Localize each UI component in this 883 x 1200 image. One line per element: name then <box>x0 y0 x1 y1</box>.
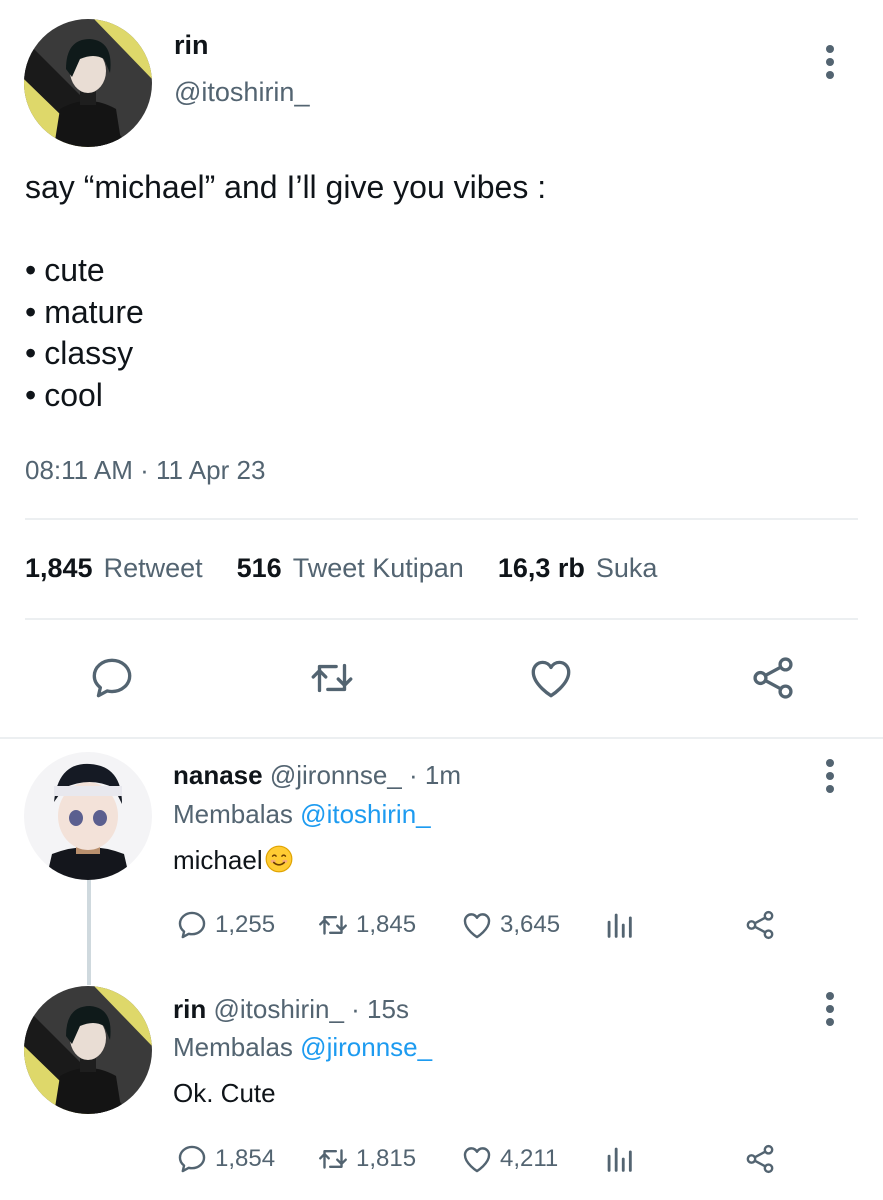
reply-author-name[interactable]: nanase <box>173 760 263 790</box>
more-icon <box>826 759 834 767</box>
author-avatar-image <box>24 19 152 147</box>
list-item: mature <box>25 292 144 334</box>
divider <box>0 737 883 739</box>
author-handle[interactable]: @itoshirin_ <box>174 77 309 108</box>
reply-text-content: michael <box>173 845 263 875</box>
like-count: 3,645 <box>500 911 561 938</box>
share-icon <box>746 1144 774 1174</box>
retweet-button[interactable]: 1,845 <box>316 908 416 942</box>
retweet-icon <box>311 663 353 693</box>
author-avatar[interactable] <box>24 19 152 147</box>
list-item: cool <box>25 375 144 417</box>
mention-link[interactable]: @jironnse_ <box>300 1032 432 1062</box>
analytics-button[interactable] <box>602 908 642 942</box>
quote-label: Tweet Kutipan <box>292 553 464 583</box>
reply-handle-time[interactable]: @jironnse_ · 1m <box>270 760 461 790</box>
share-icon <box>746 910 774 940</box>
reply-author-name[interactable]: rin <box>173 994 206 1024</box>
tweet-text: say “michael” and I’ll give you vibes : <box>25 169 547 205</box>
reply-avatar[interactable] <box>24 986 152 1114</box>
like-count: 4,211 <box>500 1145 559 1172</box>
smiling-face-emoji-icon <box>265 845 293 873</box>
tweet-bullet-list: cute mature classy cool <box>25 250 144 416</box>
reply-count: 1,854 <box>215 1145 276 1172</box>
heart-icon <box>463 1147 491 1173</box>
reply-handle-time[interactable]: @itoshirin_ · 15s <box>213 994 408 1024</box>
analytics-button[interactable] <box>602 1142 642 1176</box>
more-icon <box>826 992 834 1000</box>
reply-header: nanase @jironnse_ · 1m <box>173 760 461 791</box>
more-options-button[interactable] <box>810 32 850 92</box>
reply-button[interactable]: 1,255 <box>175 908 275 942</box>
reply-text: michael <box>173 845 293 876</box>
retweet-count: 1,845 <box>356 911 417 938</box>
reply-button[interactable]: 1,854 <box>175 1142 275 1176</box>
retweet-icon <box>319 1149 347 1169</box>
like-stat[interactable]: 16,3 rb Suka <box>498 553 658 584</box>
reply-header: rin @itoshirin_ · 15s <box>173 994 409 1025</box>
retweet-stat[interactable]: 1,845 Retweet <box>25 553 203 584</box>
reply-icon <box>92 658 132 698</box>
replying-to: Membalas @itoshirin_ <box>173 799 431 830</box>
reply-avatar-image <box>24 986 152 1114</box>
share-button[interactable] <box>743 648 803 708</box>
like-label: Suka <box>595 553 658 583</box>
reply-text: Ok. Cute <box>173 1078 276 1108</box>
more-options-button[interactable] <box>810 746 850 806</box>
retweet-button[interactable]: 1,815 <box>316 1142 416 1176</box>
like-button[interactable]: 3,645 <box>460 908 560 942</box>
like-button[interactable] <box>521 648 581 708</box>
quote-stat[interactable]: 516 Tweet Kutipan <box>237 553 464 584</box>
share-icon <box>753 657 793 699</box>
retweet-count: 1,815 <box>356 1145 417 1172</box>
divider <box>25 518 858 520</box>
replying-prefix: Membalas <box>173 1032 293 1062</box>
like-count: 16,3 rb <box>497 553 585 583</box>
replying-to: Membalas @jironnse_ <box>173 1032 432 1063</box>
retweet-icon <box>319 915 347 935</box>
retweet-button[interactable] <box>302 648 362 708</box>
mention-link[interactable]: @itoshirin_ <box>300 799 430 829</box>
heart-icon <box>463 913 491 939</box>
retweet-label: Retweet <box>103 553 203 583</box>
reply-icon <box>178 911 206 939</box>
quote-count: 516 <box>236 553 282 583</box>
analytics-icon <box>607 913 632 938</box>
share-button[interactable] <box>743 908 783 942</box>
more-icon <box>826 45 834 53</box>
list-item: cute <box>25 250 144 292</box>
reply-icon <box>178 1145 206 1173</box>
heart-icon <box>531 660 571 698</box>
replying-prefix: Membalas <box>173 799 293 829</box>
reply-count: 1,255 <box>215 911 276 938</box>
author-name[interactable]: rin <box>174 30 209 61</box>
divider <box>25 618 858 620</box>
reply-avatar[interactable] <box>24 752 152 880</box>
analytics-icon <box>607 1147 632 1172</box>
tweet-stats: 1,845 Retweet 516 Tweet Kutipan 16,3 rb … <box>25 553 691 584</box>
tweet-timestamp[interactable]: 08:11 AM · 11 Apr 23 <box>25 455 265 486</box>
retweet-count: 1,845 <box>25 553 93 583</box>
list-item: classy <box>25 333 144 375</box>
reply-button[interactable] <box>82 648 142 708</box>
like-button[interactable]: 4,211 <box>460 1142 558 1176</box>
more-options-button[interactable] <box>810 979 850 1039</box>
thread-connector-line <box>87 880 91 985</box>
share-button[interactable] <box>743 1142 783 1176</box>
reply-avatar-image <box>24 752 152 880</box>
